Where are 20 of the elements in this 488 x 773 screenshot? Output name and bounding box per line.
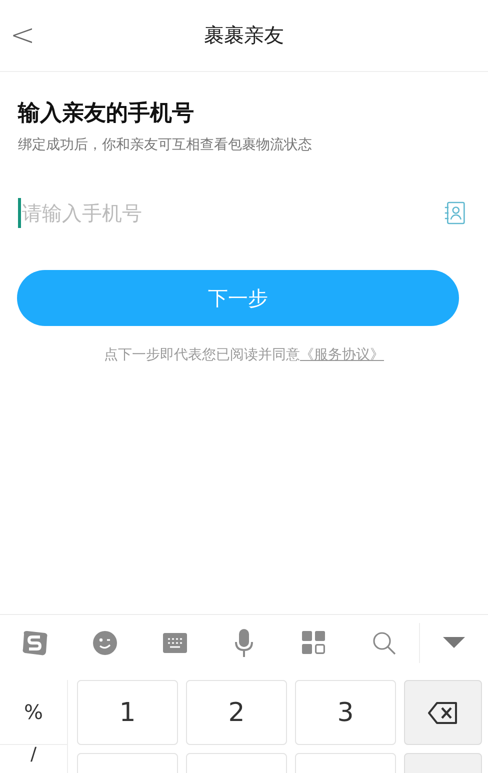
emoji-icon[interactable] <box>92 630 118 656</box>
phone-input-field[interactable]: 请输入手机号 <box>21 201 444 225</box>
back-button[interactable]: < <box>4 18 42 53</box>
apps-grid-icon[interactable] <box>302 631 326 655</box>
keyboard-icon[interactable] <box>162 633 187 653</box>
microphone-icon[interactable] <box>234 628 254 658</box>
dropdown-triangle-icon[interactable] <box>442 637 465 649</box>
contacts-icon[interactable] <box>444 201 466 225</box>
digit-key[interactable]: 3 <box>295 680 396 745</box>
digit-key[interactable]: 1 <box>77 680 178 745</box>
backspace-icon <box>428 702 458 724</box>
search-icon[interactable] <box>372 631 396 655</box>
backspace-key[interactable] <box>404 680 482 745</box>
digit-key[interactable]: 2 <box>186 680 287 745</box>
heading: 输入亲友的手机号 <box>18 100 195 128</box>
text-cursor <box>18 198 21 228</box>
agreement-text: 点下一步即代表您已阅读并同意 <box>104 346 300 364</box>
symbol-key[interactable]: % <box>0 680 68 745</box>
page-title: 裹裹亲友 <box>204 22 284 49</box>
subtitle: 绑定成功后，你和亲友可互相查看包裹物流状态 <box>18 136 313 154</box>
